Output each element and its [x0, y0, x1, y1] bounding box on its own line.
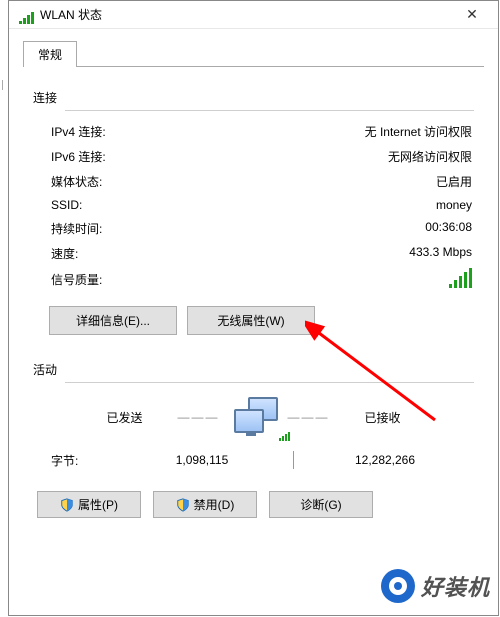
titlebar: WLAN 状态 ✕	[9, 1, 498, 29]
bytes-received-value: 12,282,266	[298, 453, 472, 467]
ipv6-value: 无网络访问权限	[388, 148, 472, 165]
activity-section-title: 活动	[33, 361, 474, 378]
row-signal: 信号质量:	[33, 266, 474, 292]
duration-value: 00:36:08	[425, 220, 472, 237]
diagnose-button-label: 诊断(G)	[300, 496, 341, 513]
ipv4-value: 无 Internet 访问权限	[365, 123, 472, 140]
received-label: 已接收	[338, 409, 428, 426]
signal-value	[445, 270, 472, 288]
disable-button-label: 禁用(D)	[194, 496, 235, 513]
watermark-logo-icon	[381, 569, 415, 603]
ipv4-label: IPv4 连接:	[35, 123, 106, 140]
row-duration: 持续时间: 00:36:08	[33, 216, 474, 241]
media-label: 媒体状态:	[35, 173, 102, 190]
properties-button-label: 属性(P)	[78, 496, 118, 513]
duration-label: 持续时间:	[35, 220, 102, 237]
diagnose-button[interactable]: 诊断(G)	[269, 491, 373, 518]
dash-icon: ———	[288, 410, 330, 424]
divider	[65, 382, 474, 383]
speed-label: 速度:	[35, 245, 78, 262]
window-title: WLAN 状态	[40, 6, 452, 23]
mini-signal-icon	[279, 432, 290, 441]
content-area: 连接 IPv4 连接: 无 Internet 访问权限 IPv6 连接: 无网络…	[9, 67, 498, 615]
wireless-properties-button[interactable]: 无线属性(W)	[187, 306, 315, 335]
ipv6-label: IPv6 连接:	[35, 148, 106, 165]
bytes-row: 字节: 1,098,115 12,282,266	[33, 439, 474, 473]
connection-section-title: 连接	[33, 89, 474, 106]
row-ipv4: IPv4 连接: 无 Internet 访问权限	[33, 119, 474, 144]
row-ipv6: IPv6 连接: 无网络访问权限	[33, 144, 474, 169]
properties-button[interactable]: 属性(P)	[37, 491, 141, 518]
dash-icon: ———	[178, 410, 220, 424]
details-button-label: 详细信息(E)...	[76, 314, 150, 328]
divider	[65, 110, 474, 111]
tab-label: 常规	[38, 48, 62, 62]
shield-icon	[176, 498, 190, 512]
tab-strip: 常规	[9, 29, 498, 67]
media-value: 已启用	[436, 173, 472, 190]
wlan-status-window: WLAN 状态 ✕ 常规 连接 IPv4 连接: 无 Internet 访问权限…	[8, 0, 499, 616]
bottom-buttons: 属性(P) 禁用(D) 诊断(G)	[33, 491, 474, 518]
connection-buttons: 详细信息(E)... 无线属性(W)	[49, 306, 474, 335]
wifi-icon	[19, 6, 34, 24]
signal-bars-icon	[449, 270, 472, 288]
wireless-properties-button-label: 无线属性(W)	[217, 314, 284, 328]
row-ssid: SSID: money	[33, 194, 474, 216]
speed-value: 433.3 Mbps	[409, 245, 472, 262]
ssid-value: money	[436, 198, 472, 212]
row-media: 媒体状态: 已启用	[33, 169, 474, 194]
details-button[interactable]: 详细信息(E)...	[49, 306, 177, 335]
bytes-sent-value: 1,098,115	[115, 453, 289, 467]
watermark-text: 好装机	[421, 570, 490, 602]
watermark: 好装机	[381, 569, 490, 603]
bytes-label: 字节:	[35, 452, 115, 469]
row-speed: 速度: 433.3 Mbps	[33, 241, 474, 266]
activity-diagram: 已发送 ——— ——— 已接收	[33, 391, 474, 439]
separator	[293, 451, 294, 469]
tab-general[interactable]: 常规	[23, 41, 77, 67]
signal-label: 信号质量:	[35, 271, 102, 288]
ssid-label: SSID:	[35, 198, 82, 212]
shield-icon	[60, 498, 74, 512]
activity-section: 活动 已发送 ——— ——— 已接收 字节: 1,098,115	[33, 349, 474, 518]
sent-label: 已发送	[80, 409, 170, 426]
disable-button[interactable]: 禁用(D)	[153, 491, 257, 518]
monitors-icon	[228, 397, 280, 437]
close-button[interactable]: ✕	[452, 6, 492, 23]
